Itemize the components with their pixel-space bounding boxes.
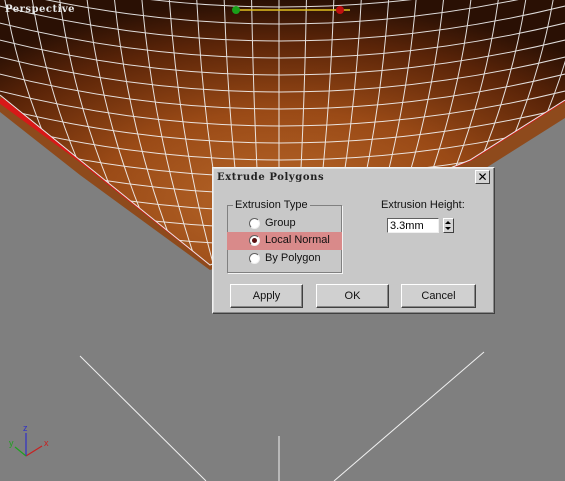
radio-label-group: Group: [265, 217, 296, 229]
ok-button[interactable]: OK: [316, 284, 389, 308]
extrude-polygons-dialog: Extrude Polygons ✕ Extrusion Type Group …: [212, 167, 495, 314]
radio-label-by-polygon: By Polygon: [265, 252, 321, 264]
extrusion-type-legend: Extrusion Type: [233, 199, 310, 211]
dialog-title[interactable]: Extrude Polygons: [217, 172, 324, 183]
radio-option-group[interactable]: Group: [227, 215, 342, 233]
radio-option-local-normal[interactable]: Local Normal: [227, 232, 342, 250]
spinner-down-icon[interactable]: [445, 227, 451, 230]
close-button[interactable]: ✕: [475, 170, 490, 184]
axis-z-label: z: [23, 423, 28, 433]
extrusion-height-input[interactable]: [387, 218, 439, 233]
cancel-button[interactable]: Cancel: [401, 284, 476, 308]
axis-x-label: x: [44, 438, 49, 448]
axis-y-label: y: [9, 438, 14, 448]
radio-button[interactable]: [249, 218, 260, 229]
radio-option-by-polygon[interactable]: By Polygon: [227, 250, 342, 268]
extrusion-height-spinner[interactable]: [443, 218, 454, 233]
close-icon: ✕: [477, 170, 488, 184]
apply-button[interactable]: Apply: [230, 284, 303, 308]
viewport-label[interactable]: Perspective: [5, 4, 75, 15]
radio-button[interactable]: [249, 253, 260, 264]
radio-label-local-normal: Local Normal: [265, 234, 330, 246]
extrusion-height-label: Extrusion Height:: [381, 199, 465, 211]
spinner-up-icon[interactable]: [445, 221, 451, 224]
radio-button[interactable]: [249, 235, 260, 246]
